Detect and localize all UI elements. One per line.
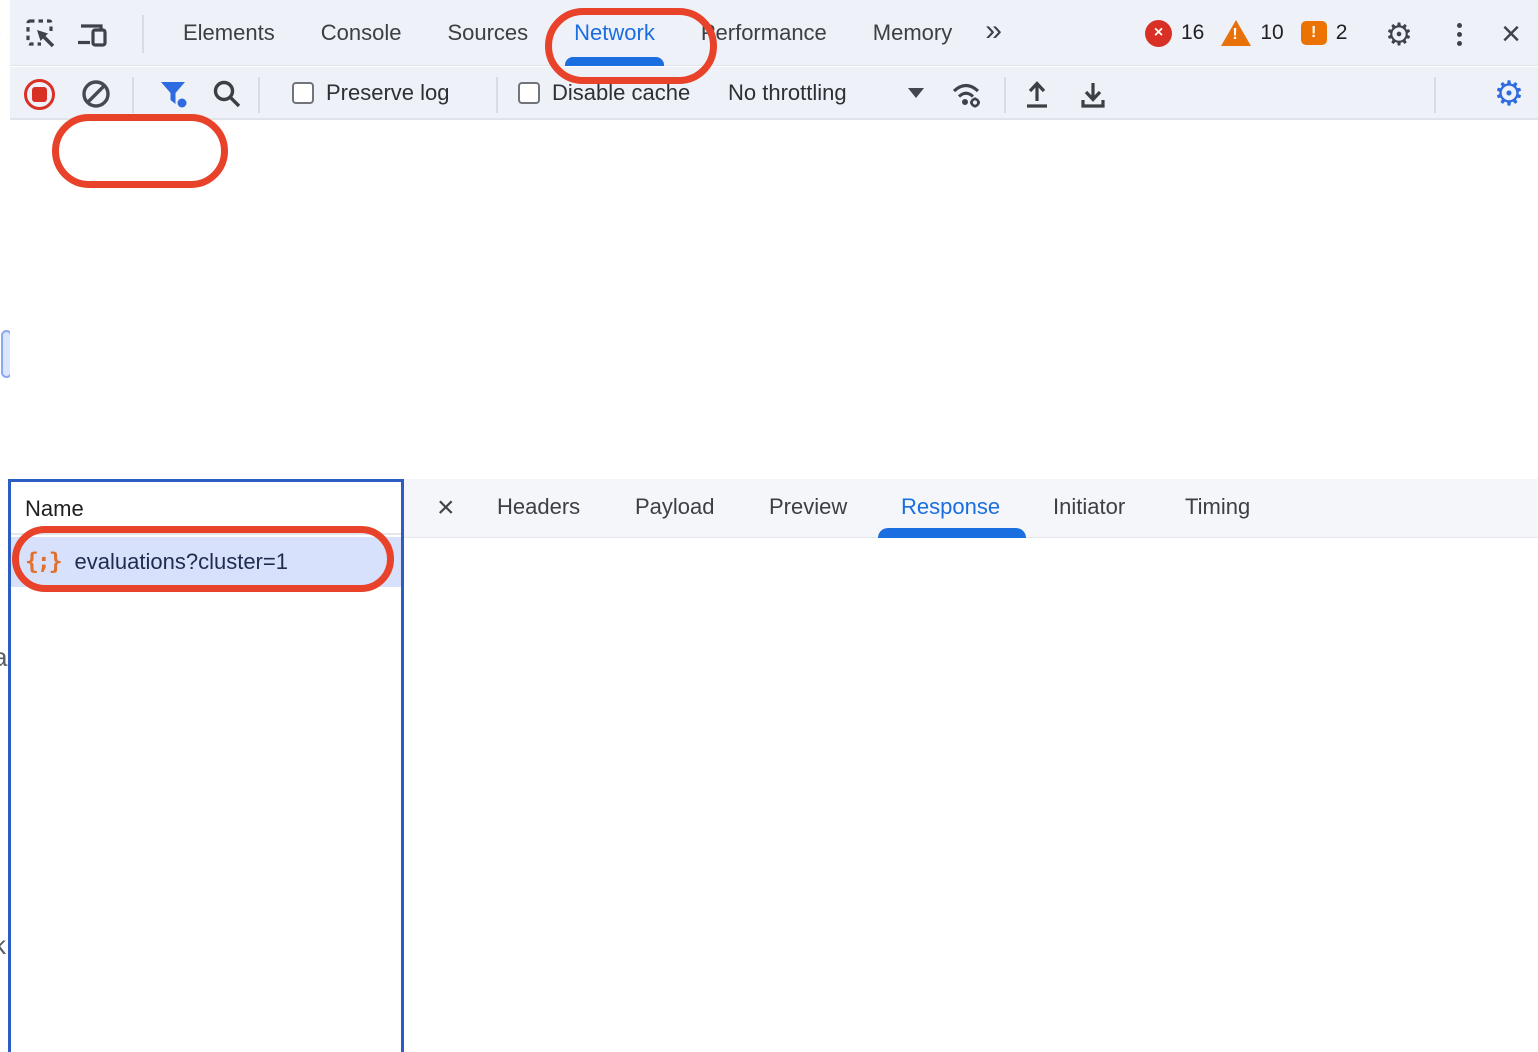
disable-cache-checkbox[interactable] (518, 82, 540, 104)
edge-artifact: a (0, 642, 7, 673)
filter-funnel-icon[interactable] (156, 77, 190, 111)
issues-badge-icon[interactable]: ! (1301, 21, 1327, 45)
divider (496, 77, 498, 113)
tab-elements[interactable]: Elements (160, 0, 298, 66)
edge-artifact: k (0, 930, 6, 961)
network-toolbar: Preserve log Disable cache No throttling (10, 67, 1538, 120)
json-resource-icon: {;} (25, 549, 61, 575)
devtools-tabbar: ElementsConsoleSourcesNetworkPerformance… (10, 0, 1538, 66)
name-column-header[interactable]: Name (11, 482, 401, 535)
warning-badge-icon[interactable]: ! (1221, 20, 1251, 46)
panel-tabs: ElementsConsoleSourcesNetworkPerformance… (160, 0, 1012, 66)
network-conditions-icon[interactable] (950, 77, 984, 111)
divider (1434, 77, 1436, 113)
error-count: 16 (1181, 21, 1204, 45)
settings-gear-icon[interactable]: ⚙ (1382, 17, 1416, 51)
detail-tab-payload[interactable]: Payload (635, 479, 715, 538)
close-devtools-icon[interactable]: × (1494, 17, 1528, 51)
export-har-icon[interactable] (1076, 77, 1110, 111)
request-table-focus-edge (8, 479, 404, 482)
kebab-menu-icon[interactable] (1442, 17, 1476, 51)
network-settings-gear-icon[interactable]: ⚙ (1492, 77, 1526, 111)
detail-tabbar: × HeadersPayloadPreviewResponseInitiator… (404, 479, 1538, 538)
response-tab-underline (878, 528, 1026, 538)
request-name: evaluations?cluster=1 (75, 549, 288, 575)
import-har-icon[interactable] (1020, 77, 1054, 111)
search-icon[interactable] (210, 77, 244, 111)
divider (1004, 77, 1006, 113)
request-table: Name {;} evaluations?cluster=1 (8, 479, 404, 1052)
device-toolbar-icon[interactable] (76, 17, 110, 51)
name-column-label: Name (25, 482, 84, 535)
divider (132, 77, 134, 113)
preserve-log-label[interactable]: Preserve log (326, 80, 450, 106)
clear-network-log-icon[interactable] (79, 77, 113, 111)
tab-sources[interactable]: Sources (424, 0, 551, 66)
status-badges: × 16 ! 10 ! 2 (1145, 0, 1355, 66)
detail-tab-initiator[interactable]: Initiator (1053, 479, 1125, 538)
more-tabs-icon[interactable]: » (975, 0, 1012, 66)
issues-count: 2 (1336, 21, 1348, 45)
inspect-element-icon[interactable] (24, 17, 58, 51)
record-network-log-icon[interactable] (22, 77, 56, 111)
tab-performance[interactable]: Performance (678, 0, 850, 66)
error-badge-icon[interactable]: × (1145, 20, 1172, 47)
devtools-window: /tak ElementsConsoleSourcesNetworkPerfor… (0, 0, 1538, 1052)
tab-network[interactable]: Network (551, 0, 678, 66)
request-row-selected[interactable]: {;} evaluations?cluster=1 (11, 537, 401, 587)
divider (258, 77, 260, 113)
close-detail-icon[interactable]: × (437, 491, 455, 525)
throttling-select[interactable]: No throttling (728, 80, 847, 106)
tab-memory[interactable]: Memory (850, 0, 975, 66)
detail-tab-headers[interactable]: Headers (497, 479, 580, 538)
divider (142, 15, 144, 53)
disable-cache-label[interactable]: Disable cache (552, 80, 690, 106)
warning-count: 10 (1260, 21, 1283, 45)
detail-tab-timing[interactable]: Timing (1185, 479, 1250, 538)
detail-tab-preview[interactable]: Preview (769, 479, 847, 538)
preserve-log-checkbox[interactable] (292, 82, 314, 104)
throttling-caret-icon[interactable] (908, 88, 924, 98)
tab-console[interactable]: Console (298, 0, 425, 66)
